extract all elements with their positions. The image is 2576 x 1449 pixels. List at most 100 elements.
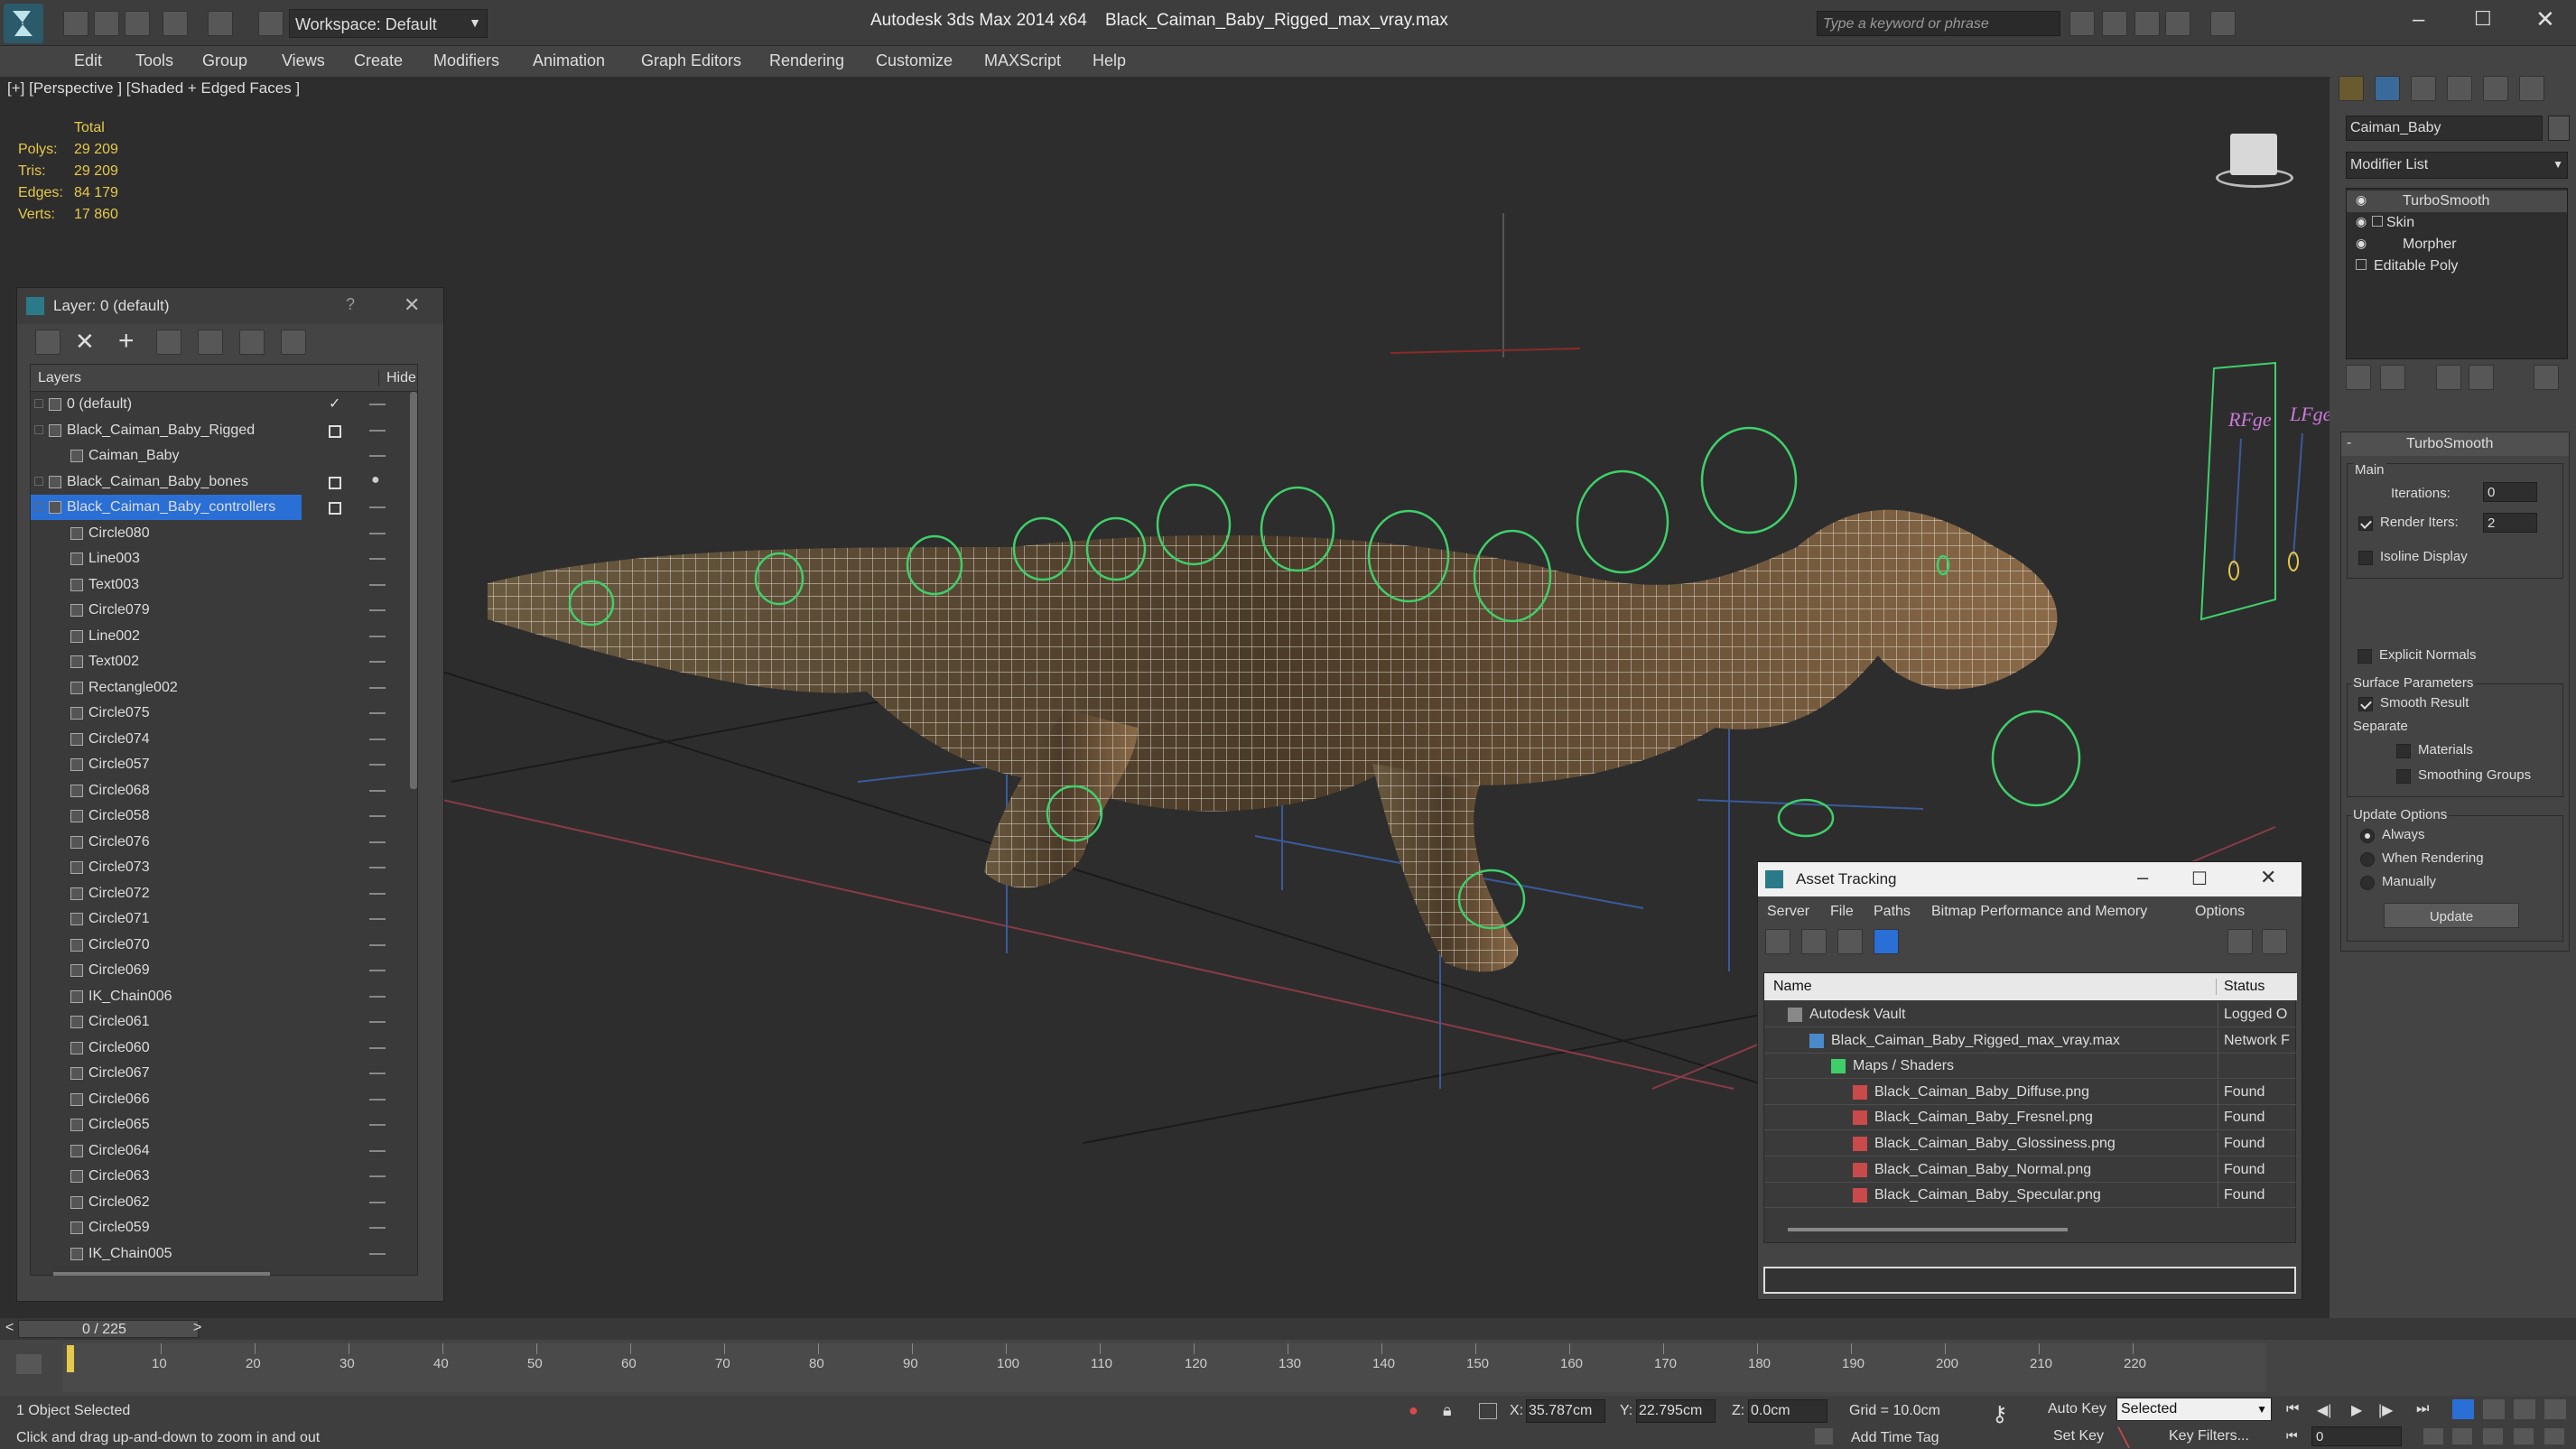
next-key-icon[interactable]: |▶ <box>2378 1401 2393 1419</box>
asset-menu-paths[interactable]: Paths <box>1874 904 1911 920</box>
expand-icon[interactable] <box>34 502 43 511</box>
stack-item-turbosmooth[interactable]: ◉ TurboSmooth <box>2347 190 2567 212</box>
vault-help-icon[interactable] <box>2227 929 2253 954</box>
expand-icon[interactable] <box>34 399 43 408</box>
menu-graph-editors[interactable]: Graph Editors <box>641 51 741 70</box>
layer-row[interactable]: Circle068 <box>31 778 405 803</box>
expand-icon[interactable] <box>34 424 43 434</box>
list-view-icon[interactable] <box>1801 929 1827 954</box>
hide-toggle[interactable] <box>369 404 386 405</box>
manually-radio[interactable] <box>2360 876 2375 890</box>
set-key-pencil-icon[interactable]: ╲ <box>2118 1426 2129 1449</box>
prev-frame-icon[interactable]: < <box>5 1320 14 1336</box>
hide-toggle[interactable] <box>369 583 386 586</box>
smoothing-groups-checkbox[interactable] <box>2396 769 2411 784</box>
close-icon[interactable]: ✕ <box>404 293 420 317</box>
hide-toggle[interactable] <box>369 738 386 740</box>
time-config-icon[interactable] <box>2483 1399 2505 1419</box>
time-marker[interactable] <box>67 1345 74 1372</box>
lightbulb-icon[interactable]: ◉ <box>2356 214 2367 229</box>
favorites-star-icon[interactable] <box>2165 11 2190 36</box>
hide-toggle[interactable] <box>369 506 386 508</box>
zoom-extents-icon[interactable] <box>2514 1399 2535 1419</box>
layer-dialog-titlebar[interactable]: Layer: 0 (default) ? ✕ <box>17 288 443 324</box>
layer-row[interactable]: Circle076 <box>31 830 405 855</box>
object-name-field[interactable]: Caiman_Baby <box>2346 116 2543 141</box>
select-objects-icon[interactable] <box>156 330 181 355</box>
stack-item-skin[interactable]: ◉ Skin <box>2347 212 2567 234</box>
materials-checkbox[interactable] <box>2396 744 2411 758</box>
hide-toggle[interactable] <box>369 1175 386 1177</box>
asset-row[interactable]: Black_Caiman_Baby_Fresnel.png Found <box>1764 1105 2297 1131</box>
hide-toggle[interactable] <box>369 867 386 868</box>
layer-row[interactable]: 0 (default) ✓ <box>31 392 405 417</box>
track-bar[interactable]: 10 20 30 40 50 60 70 80 90 100 110 120 130 140 150 160 1… <box>63 1343 2266 1392</box>
layer-list[interactable]: Layers Hide 0 (default) ✓ Black_Caiman_Bab… <box>30 364 418 1276</box>
menu-customize[interactable]: Customize <box>876 51 953 70</box>
active-layer-box[interactable] <box>329 502 341 515</box>
menu-help[interactable]: Help <box>1093 51 1126 70</box>
hide-toggle[interactable] <box>369 764 386 766</box>
menu-views[interactable]: Views <box>282 51 325 70</box>
layer-row[interactable]: Circle059 <box>31 1215 405 1240</box>
layer-row[interactable]: Line002 <box>31 624 405 649</box>
help-icon[interactable]: ? <box>346 295 355 314</box>
maximize-icon[interactable]: ☐ <box>2191 868 2208 890</box>
layer-row[interactable]: Text003 <box>31 572 405 598</box>
col-layers[interactable]: Layers <box>38 370 81 386</box>
expand-icon[interactable] <box>34 476 43 486</box>
create-layer-icon[interactable] <box>35 330 60 355</box>
goto-start-small-icon[interactable]: ⏮ <box>2286 1428 2298 1444</box>
goto-end-icon[interactable]: ⏭ <box>2416 1401 2429 1417</box>
motion-tab-icon[interactable] <box>2447 76 2472 101</box>
layer-row[interactable]: Circle080 <box>31 521 405 546</box>
time-slider[interactable]: < 0 / 225 > <box>0 1318 2576 1340</box>
update-button[interactable]: Update <box>2384 903 2519 928</box>
layer-row[interactable]: Caiman_Baby <box>31 443 405 469</box>
key-mode-icon[interactable] <box>2452 1399 2474 1419</box>
asset-row[interactable]: Black_Caiman_Baby_Rigged_max_vray.max Net… <box>1764 1027 2297 1054</box>
layer-row[interactable]: Circle070 <box>31 933 405 958</box>
layer-row[interactable]: Text002 <box>31 649 405 674</box>
tools-icon[interactable] <box>2134 11 2160 36</box>
hide-toggle[interactable] <box>369 1252 386 1255</box>
layer-row[interactable]: Circle079 <box>31 598 405 623</box>
smooth-result-checkbox[interactable] <box>2358 697 2373 711</box>
layer-row[interactable]: Circle060 <box>31 1036 405 1061</box>
hide-toggle[interactable] <box>369 532 386 534</box>
hide-toggle[interactable] <box>369 429 386 432</box>
pan-view-icon[interactable] <box>2423 1428 2443 1444</box>
asset-menu-bitmap[interactable]: Bitmap Performance and Memory <box>1931 904 2147 920</box>
settings-icon[interactable] <box>2262 929 2287 954</box>
hide-toggle[interactable] <box>369 970 386 971</box>
y-coordinate-field[interactable]: 22.795cm <box>1636 1399 1716 1423</box>
key-icon[interactable]: ⚷ <box>1992 1401 2008 1427</box>
hide-toggle[interactable] <box>369 661 386 663</box>
hide-toggle[interactable] <box>369 1073 386 1074</box>
display-tab-icon[interactable] <box>2483 76 2508 101</box>
hidden-lightbulb-icon[interactable]: ● <box>371 472 380 488</box>
layer-row[interactable]: Black_Caiman_Baby_bones ● <box>31 469 405 495</box>
binoculars-icon[interactable] <box>2069 11 2095 36</box>
key-filters-button[interactable]: Key Filters... <box>2169 1428 2249 1444</box>
minimize-icon[interactable]: – <box>2137 866 2148 889</box>
isolate-pin-icon[interactable]: ● <box>1409 1401 1418 1420</box>
z-coordinate-field[interactable]: 0.0cm <box>1748 1399 1827 1423</box>
menu-group[interactable]: Group <box>202 51 247 70</box>
menu-edit[interactable]: Edit <box>74 51 102 70</box>
redo-icon[interactable] <box>208 11 233 36</box>
hide-toggle[interactable] <box>369 1201 386 1203</box>
set-key-button[interactable]: Set Key <box>2053 1428 2104 1444</box>
make-unique-icon[interactable] <box>2436 365 2461 390</box>
layer-row[interactable]: Circle058 <box>31 803 405 829</box>
stack-item-editable-poly[interactable]: Editable Poly <box>2347 255 2567 277</box>
highlight-layer-icon[interactable] <box>198 330 223 355</box>
add-time-tag[interactable]: Add Time Tag <box>1851 1430 1939 1446</box>
hide-toggle[interactable] <box>369 815 386 817</box>
time-tag-icon[interactable] <box>1815 1428 1833 1444</box>
mini-listener-icon[interactable] <box>16 1354 42 1374</box>
layer-row[interactable]: Circle067 <box>31 1061 405 1086</box>
asset-row[interactable]: Autodesk Vault Logged O <box>1764 1002 2297 1027</box>
active-layer-box[interactable] <box>329 476 341 489</box>
asset-row[interactable]: Maps / Shaders <box>1764 1054 2297 1080</box>
